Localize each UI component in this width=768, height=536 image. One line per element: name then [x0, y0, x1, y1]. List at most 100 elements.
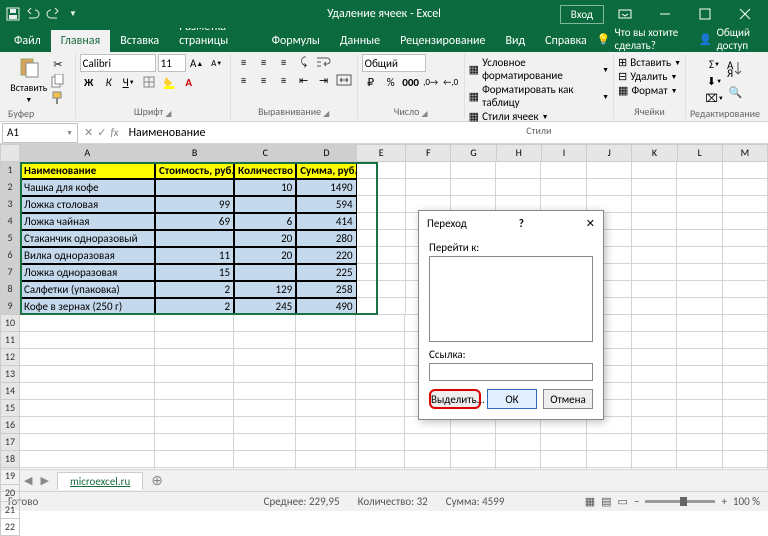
cell[interactable]: Ложка столовая — [20, 196, 155, 213]
cell[interactable] — [723, 417, 768, 434]
cell[interactable] — [723, 162, 768, 179]
cell[interactable] — [234, 332, 296, 349]
cell[interactable] — [723, 264, 768, 281]
cell[interactable] — [296, 468, 356, 469]
row-header[interactable]: 15 — [0, 400, 20, 417]
align-middle-icon[interactable]: ≡ — [255, 54, 273, 70]
cell[interactable] — [632, 332, 677, 349]
column-header[interactable]: A — [20, 144, 156, 162]
cell[interactable] — [234, 315, 296, 332]
cell[interactable] — [20, 400, 155, 417]
row-header[interactable]: 2 — [0, 179, 20, 196]
cell[interactable]: 10 — [234, 179, 296, 196]
align-center-icon[interactable]: ≡ — [255, 72, 273, 88]
cell[interactable] — [20, 417, 155, 434]
row-header[interactable]: 12 — [0, 349, 20, 366]
cell[interactable] — [677, 332, 722, 349]
conditional-format-button[interactable]: ▦Условное форматирование▼ — [469, 56, 609, 82]
add-sheet-icon[interactable]: ⊕ — [151, 472, 163, 489]
row-header[interactable]: 11 — [0, 332, 20, 349]
cell[interactable] — [677, 247, 722, 264]
launcher-icon[interactable]: ◢ — [165, 109, 171, 119]
column-header[interactable]: K — [632, 144, 677, 162]
zoom-in-icon[interactable]: + — [721, 495, 726, 508]
cell[interactable]: 15 — [155, 264, 234, 281]
decrease-decimal-icon[interactable]: ←,0 — [442, 74, 460, 90]
cell[interactable] — [677, 298, 722, 315]
cell[interactable] — [357, 247, 406, 264]
cell[interactable] — [356, 468, 405, 469]
cell[interactable] — [632, 281, 677, 298]
cell[interactable]: Чашка для кофе — [20, 179, 155, 196]
cell[interactable] — [234, 468, 296, 469]
cell[interactable] — [677, 179, 722, 196]
column-header[interactable]: H — [497, 144, 542, 162]
cell[interactable] — [356, 332, 405, 349]
cell[interactable]: Сумма, руб. — [296, 162, 356, 179]
goto-listbox[interactable] — [429, 256, 593, 342]
cell[interactable]: 20 — [234, 247, 296, 264]
delete-cells-button[interactable]: ⊟Удалить▼ — [618, 70, 677, 83]
row-header[interactable]: 8 — [0, 281, 20, 298]
cell[interactable] — [155, 434, 234, 451]
cell[interactable] — [155, 349, 234, 366]
clear-icon[interactable]: ⌧▼ — [706, 90, 724, 106]
underline-icon[interactable]: Ч▼ — [120, 74, 138, 90]
cell[interactable] — [234, 264, 296, 281]
column-header[interactable]: L — [678, 144, 723, 162]
cell[interactable] — [723, 315, 768, 332]
undo-icon[interactable] — [24, 5, 42, 23]
cell[interactable] — [496, 162, 541, 179]
cell[interactable] — [357, 230, 406, 247]
autosum-icon[interactable]: Σ▼ — [706, 56, 724, 72]
cell[interactable]: 1490 — [296, 179, 356, 196]
font-name-select[interactable] — [80, 54, 156, 72]
qat-dropdown-icon[interactable]: ▼ — [64, 5, 82, 23]
cell[interactable]: 2 — [155, 298, 234, 315]
fill-icon[interactable]: ⬇▼ — [706, 73, 724, 89]
row-header[interactable]: 20 — [0, 485, 20, 502]
close-icon[interactable] — [726, 0, 764, 28]
cell[interactable] — [155, 230, 234, 247]
comma-icon[interactable]: 000 — [402, 74, 420, 90]
cell[interactable] — [677, 383, 722, 400]
currency-icon[interactable]: ₽ — [362, 74, 380, 90]
cell[interactable] — [356, 451, 405, 468]
align-top-icon[interactable]: ≡ — [235, 54, 253, 70]
cell[interactable] — [234, 349, 296, 366]
cell[interactable] — [405, 468, 450, 469]
increase-font-icon[interactable]: A▲ — [188, 55, 206, 71]
cell[interactable] — [406, 179, 451, 196]
row-header[interactable]: 10 — [0, 315, 20, 332]
cell[interactable] — [296, 417, 356, 434]
share-button[interactable]: 👤Общий доступ — [699, 26, 760, 52]
row-header[interactable]: 14 — [0, 383, 20, 400]
launcher-icon[interactable]: ◢ — [323, 109, 329, 119]
cell[interactable] — [20, 349, 155, 366]
format-cells-button[interactable]: ▦Формат▼ — [618, 84, 678, 97]
cell[interactable] — [234, 434, 296, 451]
cancel-formula-icon[interactable]: ✕ — [84, 126, 93, 139]
cell[interactable]: 69 — [155, 213, 234, 230]
row-header[interactable]: 22 — [0, 519, 20, 536]
cell[interactable] — [406, 162, 451, 179]
cell[interactable] — [155, 468, 234, 469]
cell[interactable] — [632, 247, 677, 264]
cell[interactable] — [587, 434, 632, 451]
row-header[interactable]: 18 — [0, 451, 20, 468]
cell[interactable] — [587, 179, 632, 196]
indent-increase-icon[interactable]: ⇥ — [315, 72, 333, 88]
cut-icon[interactable]: ✂ — [49, 56, 67, 72]
cell[interactable] — [723, 468, 768, 469]
cell[interactable]: Ложка чайная — [20, 213, 155, 230]
column-header[interactable]: I — [542, 144, 587, 162]
sheet-tab[interactable]: microexcel.ru — [57, 472, 143, 490]
cell[interactable] — [405, 434, 450, 451]
align-right-icon[interactable]: ≡ — [275, 72, 293, 88]
cell[interactable]: 99 — [155, 196, 234, 213]
cell-styles-button[interactable]: ▦Стили ячеек▼ — [469, 110, 549, 123]
cell[interactable] — [632, 468, 677, 469]
cell[interactable]: Кофе в зернах (250 г) — [20, 298, 155, 315]
align-left-icon[interactable]: ≡ — [235, 72, 253, 88]
cell[interactable] — [723, 298, 768, 315]
